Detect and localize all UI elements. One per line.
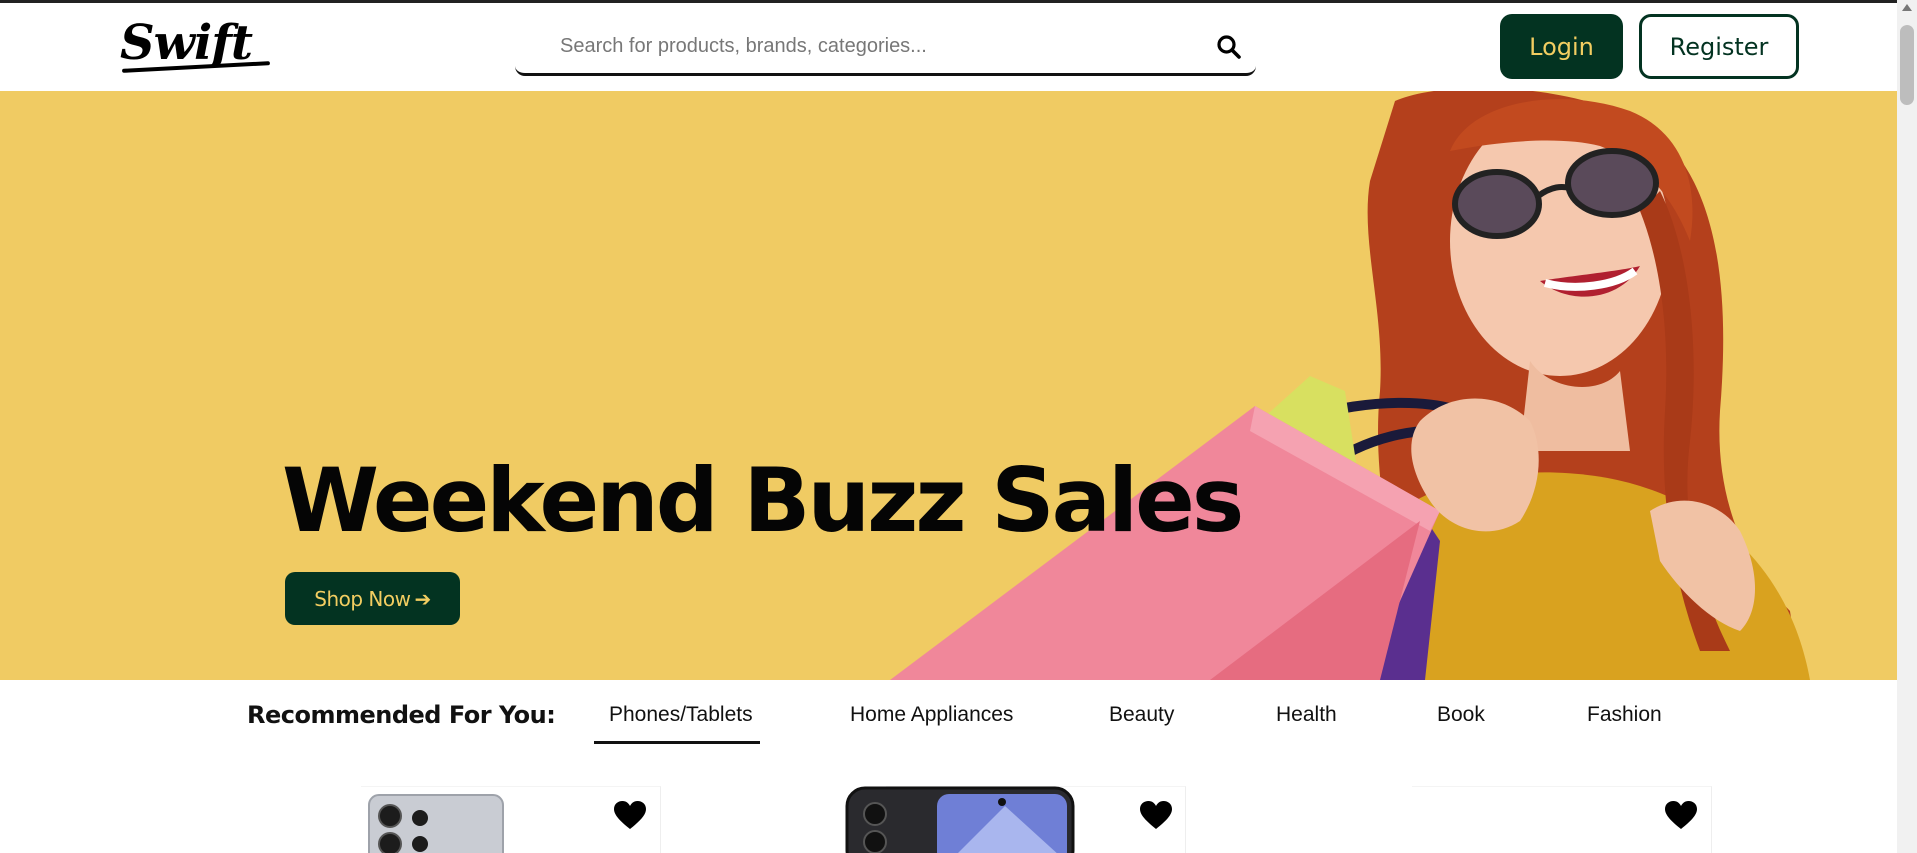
heart-icon[interactable] xyxy=(613,800,647,830)
hero-title: Weekend Buzz Sales xyxy=(282,449,1244,552)
shop-now-label: Shop Now xyxy=(314,586,411,611)
scrollbar-thumb[interactable] xyxy=(1900,25,1914,105)
page-scrollbar[interactable] xyxy=(1897,0,1917,853)
scroll-up-arrow-icon[interactable] xyxy=(1902,4,1912,11)
search-icon[interactable] xyxy=(1216,34,1242,60)
tab-health[interactable]: Health xyxy=(1276,703,1337,727)
heart-icon[interactable] xyxy=(1664,800,1698,830)
active-tab-underline xyxy=(594,741,760,744)
search-bar xyxy=(515,19,1256,76)
site-header: Swift Login Register xyxy=(0,3,1897,91)
hero-banner: Weekend Buzz Sales Shop Now ➔ xyxy=(0,91,1897,680)
shop-now-button[interactable]: Shop Now ➔ xyxy=(285,572,460,625)
tab-book[interactable]: Book xyxy=(1437,703,1485,727)
register-button[interactable]: Register xyxy=(1639,14,1799,79)
product-image-dark-phone[interactable] xyxy=(845,786,1075,853)
login-button[interactable]: Login xyxy=(1500,14,1623,79)
tab-beauty[interactable]: Beauty xyxy=(1109,703,1174,727)
tab-home-appliances[interactable]: Home Appliances xyxy=(850,703,1013,727)
search-input[interactable] xyxy=(515,19,1256,73)
heart-icon[interactable] xyxy=(1139,800,1173,830)
tab-phones-tablets[interactable]: Phones/Tablets xyxy=(609,703,753,727)
product-image-silver-phone[interactable] xyxy=(368,794,504,853)
tab-fashion[interactable]: Fashion xyxy=(1587,703,1662,727)
arrow-right-icon: ➔ xyxy=(414,586,431,611)
recommended-heading: Recommended For You: xyxy=(247,701,556,729)
